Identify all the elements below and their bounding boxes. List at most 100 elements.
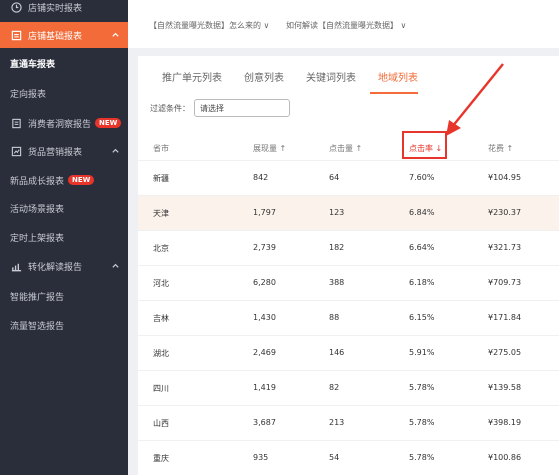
- top-bar: 【自然流量曝光数据】怎么来的 ∨ 如何解读【自然流量曝光数据】 ∨: [128, 0, 559, 48]
- cell-impressions: 842: [253, 173, 269, 182]
- table-row: 新疆 842 64 7.60% ¥104.95: [138, 160, 559, 195]
- tab-unit-list[interactable]: 推广单元列表: [162, 69, 222, 84]
- cell-cost: ¥321.73: [488, 243, 522, 252]
- new-badge: NEW: [68, 175, 95, 185]
- sidebar-item-activity[interactable]: 活动场景报表: [0, 195, 128, 221]
- sidebar-group-product[interactable]: 货品营销报表: [0, 138, 128, 164]
- cell-cost: ¥230.37: [488, 208, 522, 217]
- new-badge: NEW: [95, 118, 122, 128]
- cell-region: 山西: [153, 419, 169, 428]
- sidebar-item-traffic[interactable]: 流量智选报告: [0, 312, 128, 338]
- cell-ctr: 6.64%: [409, 243, 435, 252]
- sidebar-item-label: 新品成长报表: [10, 176, 65, 187]
- sidebar-item-realtime[interactable]: 店铺实时报表: [0, 0, 128, 20]
- sidebar-group-label: 货品营销报表: [28, 147, 83, 158]
- help-links: 【自然流量曝光数据】怎么来的 ∨ 如何解读【自然流量曝光数据】 ∨: [149, 20, 420, 31]
- clock-icon: [10, 1, 22, 13]
- sidebar-item-label: 定向报表: [10, 89, 47, 100]
- sidebar-item-label: 消费者洞察报告: [28, 119, 92, 130]
- cell-cost: ¥139.58: [488, 383, 522, 392]
- sidebar-group-basic[interactable]: 店铺基础报表: [0, 22, 128, 48]
- cell-impressions: 1,419: [253, 383, 276, 392]
- sidebar-group-conversion[interactable]: 转化解读报告: [0, 253, 128, 279]
- sidebar-group-label: 转化解读报告: [28, 262, 83, 273]
- cell-cost: ¥171.84: [488, 313, 522, 322]
- cell-impressions: 935: [253, 453, 269, 462]
- sidebar: 店铺实时报表 店铺基础报表 直通车报表 定向报表 消费者洞察报告 NEW 货品营…: [0, 0, 128, 475]
- cell-clicks: 82: [329, 383, 340, 392]
- cell-ctr: 5.78%: [409, 383, 435, 392]
- sidebar-item-label: 活动场景报表: [10, 204, 65, 215]
- cell-ctr: 7.60%: [409, 173, 435, 182]
- sidebar-item-new-growth[interactable]: 新品成长报表 NEW: [0, 167, 128, 193]
- cell-region: 重庆: [153, 454, 169, 463]
- sidebar-item-label: 流量智选报告: [10, 321, 65, 332]
- cell-clicks: 123: [329, 208, 345, 217]
- cell-cost: ¥104.95: [488, 173, 522, 182]
- cell-ctr: 5.91%: [409, 348, 435, 357]
- cell-impressions: 1,797: [253, 208, 276, 217]
- filter-select[interactable]: 请选择: [194, 99, 290, 117]
- sidebar-item-label: 定时上架报表: [10, 233, 65, 244]
- tab-region-list[interactable]: 地域列表: [378, 69, 418, 84]
- cell-clicks: 146: [329, 348, 345, 357]
- bar-chart-icon: [10, 260, 22, 272]
- cell-impressions: 2,739: [253, 243, 276, 252]
- chevron-up-icon: [111, 146, 120, 158]
- help-link-source[interactable]: 【自然流量曝光数据】怎么来的 ∨: [149, 21, 269, 30]
- sidebar-item-label: 直通车报表: [10, 59, 56, 70]
- tab-creative-list[interactable]: 创意列表: [244, 69, 284, 84]
- cell-clicks: 182: [329, 243, 345, 252]
- table-row: 四川 1,419 82 5.78% ¥139.58: [138, 370, 559, 405]
- column-header-impressions[interactable]: 展现量 ↑: [253, 143, 286, 154]
- cell-ctr: 6.15%: [409, 313, 435, 322]
- cell-region: 新疆: [153, 174, 169, 183]
- cell-ctr: 5.78%: [409, 418, 435, 427]
- cell-region: 天津: [153, 209, 169, 218]
- cell-clicks: 64: [329, 173, 340, 182]
- table-row: 山西 3,687 213 5.78% ¥398.19: [138, 405, 559, 440]
- column-header-region: 省市: [153, 144, 169, 153]
- cell-region: 湖北: [153, 349, 169, 358]
- document-icon: [10, 117, 22, 129]
- column-header-cost[interactable]: 花费 ↑: [488, 143, 513, 154]
- chart-icon: [10, 145, 22, 157]
- cell-cost: ¥275.05: [488, 348, 522, 357]
- sidebar-item-schedule[interactable]: 定时上架报表: [0, 224, 128, 250]
- cell-region: 北京: [153, 244, 169, 253]
- cell-region: 河北: [153, 279, 169, 288]
- cell-region: 四川: [153, 384, 169, 393]
- cell-clicks: 213: [329, 418, 345, 427]
- annotation-arrow: [446, 63, 504, 136]
- filter-label: 过滤条件：: [150, 103, 190, 113]
- table-row: 湖北 2,469 146 5.91% ¥275.05: [138, 335, 559, 370]
- sidebar-item-smart[interactable]: 智能推广报告: [0, 283, 128, 309]
- filter-bar: 过滤条件： 请选择: [150, 99, 290, 117]
- column-header-clicks[interactable]: 点击量 ↑: [329, 143, 362, 154]
- report-icon: [10, 29, 22, 41]
- tab-keyword-list[interactable]: 关键词列表: [306, 69, 356, 84]
- sidebar-item-dingxiang[interactable]: 定向报表: [0, 80, 128, 106]
- chevron-up-icon: [111, 30, 120, 42]
- help-link-interpret[interactable]: 如何解读【自然流量曝光数据】 ∨: [286, 21, 406, 30]
- cell-impressions: 1,430: [253, 313, 276, 322]
- cell-clicks: 388: [329, 278, 345, 287]
- sidebar-item-consumer[interactable]: 消费者洞察报告 NEW: [0, 110, 128, 136]
- sidebar-item-zhitongche[interactable]: 直通车报表: [0, 50, 128, 76]
- table-row: 天津 1,797 123 6.84% ¥230.37: [138, 195, 559, 230]
- cell-cost: ¥100.86: [488, 453, 522, 462]
- cell-impressions: 2,469: [253, 348, 276, 357]
- cell-ctr: 6.18%: [409, 278, 435, 287]
- table-row: 重庆 935 54 5.78% ¥100.86: [138, 440, 559, 475]
- cell-cost: ¥398.19: [488, 418, 522, 427]
- cell-impressions: 6,280: [253, 278, 276, 287]
- active-tab-indicator: [370, 92, 418, 94]
- sidebar-item-label: 店铺实时报表: [28, 3, 83, 14]
- sidebar-item-label: 智能推广报告: [10, 292, 65, 303]
- cell-ctr: 6.84%: [409, 208, 435, 217]
- cell-region: 吉林: [153, 314, 169, 323]
- cell-impressions: 3,687: [253, 418, 276, 427]
- table-row: 河北 6,280 388 6.18% ¥709.73: [138, 265, 559, 300]
- table-row: 吉林 1,430 88 6.15% ¥171.84: [138, 300, 559, 335]
- table-row: 北京 2,739 182 6.64% ¥321.73: [138, 230, 559, 265]
